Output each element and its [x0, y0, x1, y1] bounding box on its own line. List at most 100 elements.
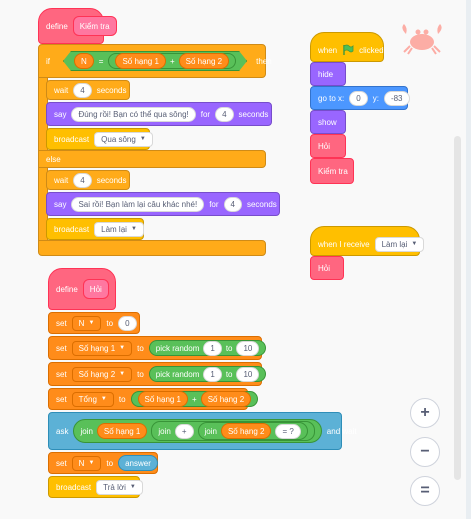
- broadcast-label: broadcast: [54, 134, 90, 144]
- set-value-input[interactable]: 0: [118, 315, 137, 331]
- seconds-label: seconds: [238, 109, 269, 119]
- add-operator[interactable]: Số hạng 1 + Số hạng 2: [130, 391, 259, 407]
- term1-reporter[interactable]: Số hạng 1: [137, 391, 189, 407]
- wait-block[interactable]: wait 4 seconds: [46, 80, 130, 100]
- say-for-block-correct[interactable]: say Đúng rồi! Bạn có thể qua sông! for 4…: [46, 102, 272, 126]
- to-label: to: [137, 343, 144, 353]
- hide-block[interactable]: hide: [310, 62, 346, 86]
- goto-label: go to x:: [318, 93, 345, 103]
- define-hoi-block[interactable]: define Hỏi: [48, 268, 116, 310]
- pick-random-label: pick random: [155, 343, 200, 353]
- add-operator[interactable]: Số hạng 1 + Số hạng 2: [108, 53, 236, 69]
- variable-name: Số hạng 2: [78, 369, 116, 379]
- green-flag-icon: [342, 44, 354, 56]
- and-wait-label: and wait: [326, 426, 357, 436]
- call-hoi-block-2[interactable]: Hỏi: [310, 256, 344, 280]
- term2-reporter[interactable]: Số hạng 2: [179, 53, 229, 69]
- message-dropdown[interactable]: Làm lại ▼: [374, 236, 425, 252]
- say-seconds-input[interactable]: 4: [223, 196, 242, 212]
- chevron-down-icon: ▼: [119, 371, 126, 377]
- say-message-input[interactable]: Sai rồi! Bạn làm lại câu khác nhé!: [71, 196, 205, 212]
- x-input[interactable]: 0: [349, 90, 368, 106]
- broadcast-dropdown[interactable]: Trả lời ▼: [96, 479, 143, 495]
- if-else-block[interactable]: if N = Số hạng 1 + Số hạng 2 then: [38, 44, 272, 78]
- term1-reporter[interactable]: Số hạng 1: [96, 423, 148, 439]
- seconds-label: seconds: [246, 199, 277, 209]
- y-input[interactable]: -83: [383, 90, 410, 106]
- set-label: set: [56, 343, 67, 353]
- set-term2-block[interactable]: set Số hạng 2 ▼ to pick random 1 to 10: [48, 362, 267, 386]
- say-message-input[interactable]: Đúng rồi! Bạn có thể qua sông!: [71, 106, 196, 122]
- variable-dropdown[interactable]: N ▼: [71, 315, 102, 331]
- for-label: for: [200, 109, 211, 119]
- join-operator-inner[interactable]: join Số hạng 2 = ?: [197, 422, 308, 440]
- term1-reporter[interactable]: Số hạng 1: [115, 53, 165, 69]
- define-kiem-tra-block[interactable]: define Kiểm tra: [38, 8, 117, 44]
- zoom-out-button[interactable]: −: [410, 437, 440, 467]
- when-label: when: [318, 45, 338, 55]
- variable-dropdown[interactable]: Số hạng 1 ▼: [71, 340, 133, 356]
- set-sum-block[interactable]: set Tổng ▼ to Số hạng 1 + Số hạng 2: [48, 388, 259, 410]
- set-n-block[interactable]: set N ▼ to 0: [48, 312, 140, 334]
- ask-and-wait-block[interactable]: ask join Số hạng 1 join + join Số hạng 2…: [48, 412, 357, 450]
- term2-reporter[interactable]: Số hạng 2: [200, 391, 252, 407]
- join-operator-outer[interactable]: join Số hạng 1 join + join Số hạng 2 = ?: [73, 419, 322, 443]
- variable-dropdown[interactable]: Tổng ▼: [71, 391, 114, 407]
- broadcast-block-cross[interactable]: broadcast Qua sông ▼: [46, 128, 153, 150]
- equals-operator[interactable]: N = Số hạng 1 + Số hạng 2: [63, 51, 247, 71]
- broadcast-label: broadcast: [56, 482, 92, 492]
- set-label: set: [56, 458, 67, 468]
- random-to-label: to: [225, 369, 233, 379]
- random-from-input[interactable]: 1: [203, 340, 222, 356]
- wait-block-2[interactable]: wait 4 seconds: [46, 170, 130, 190]
- variable-dropdown[interactable]: N ▼: [71, 455, 102, 471]
- zoom-reset-button[interactable]: =: [410, 476, 440, 506]
- broadcast-block-redo[interactable]: broadcast Làm lại ▼: [46, 218, 144, 240]
- wait-seconds-input[interactable]: 4: [73, 82, 92, 98]
- zoom-reset-icon: =: [420, 482, 430, 499]
- pick-random-operator[interactable]: pick random 1 to 10: [148, 340, 267, 356]
- broadcast-message: Làm lại: [101, 224, 127, 234]
- say-seconds-input[interactable]: 4: [215, 106, 234, 122]
- show-block[interactable]: show: [310, 110, 346, 134]
- call-hoi-block[interactable]: Hỏi: [310, 134, 346, 158]
- wait-label: wait: [54, 175, 69, 185]
- go-to-xy-block[interactable]: go to x: 0 y: -83: [310, 86, 410, 110]
- random-to-input[interactable]: 10: [236, 366, 260, 382]
- set-term1-block[interactable]: set Số hạng 1 ▼ to pick random 1 to 10: [48, 336, 267, 360]
- pick-random-operator[interactable]: pick random 1 to 10: [148, 366, 267, 382]
- join-plus-input[interactable]: +: [174, 423, 194, 439]
- term2-reporter[interactable]: Số hạng 2: [220, 423, 272, 439]
- n-reporter[interactable]: N: [74, 53, 94, 69]
- chevron-down-icon: ▼: [411, 241, 418, 247]
- vertical-scrollbar[interactable]: [454, 136, 461, 480]
- wait-seconds-input[interactable]: 4: [73, 172, 92, 188]
- join-question-input[interactable]: = ?: [275, 423, 301, 439]
- broadcast-dropdown[interactable]: Làm lại ▼: [94, 221, 144, 237]
- random-from-input[interactable]: 1: [203, 366, 222, 382]
- join-operator-middle[interactable]: join + join Số hạng 2 = ?: [151, 421, 315, 441]
- message-name: Làm lại: [381, 239, 408, 249]
- random-to-label: to: [225, 343, 233, 353]
- say-for-block-wrong[interactable]: say Sai rồi! Bạn làm lại câu khác nhé! f…: [46, 192, 280, 216]
- pick-random-label: pick random: [155, 369, 200, 379]
- define-name: Hỏi: [82, 279, 109, 299]
- set-label: set: [56, 394, 67, 404]
- join-label: join: [80, 426, 93, 436]
- when-flag-clicked-block[interactable]: when clicked: [310, 32, 384, 62]
- hide-label: hide: [318, 69, 334, 79]
- call-kiem-tra-block[interactable]: Kiểm tra: [310, 158, 354, 184]
- broadcast-dropdown[interactable]: Qua sông ▼: [94, 131, 153, 147]
- say-label: say: [54, 109, 67, 119]
- wait-label: wait: [54, 85, 69, 95]
- show-label: show: [318, 117, 337, 127]
- zoom-in-icon: +: [420, 404, 430, 421]
- answer-reporter[interactable]: answer: [118, 455, 158, 471]
- set-n-answer-block[interactable]: set N ▼ to answer: [48, 452, 158, 474]
- broadcast-answer-block[interactable]: broadcast Trả lời ▼: [48, 476, 143, 498]
- random-to-input[interactable]: 10: [236, 340, 260, 356]
- zoom-in-button[interactable]: +: [410, 398, 440, 428]
- variable-dropdown[interactable]: Số hạng 2 ▼: [71, 366, 133, 382]
- when-i-receive-block[interactable]: when I receive Làm lại ▼: [310, 226, 425, 256]
- variable-name: Tổng: [78, 394, 97, 404]
